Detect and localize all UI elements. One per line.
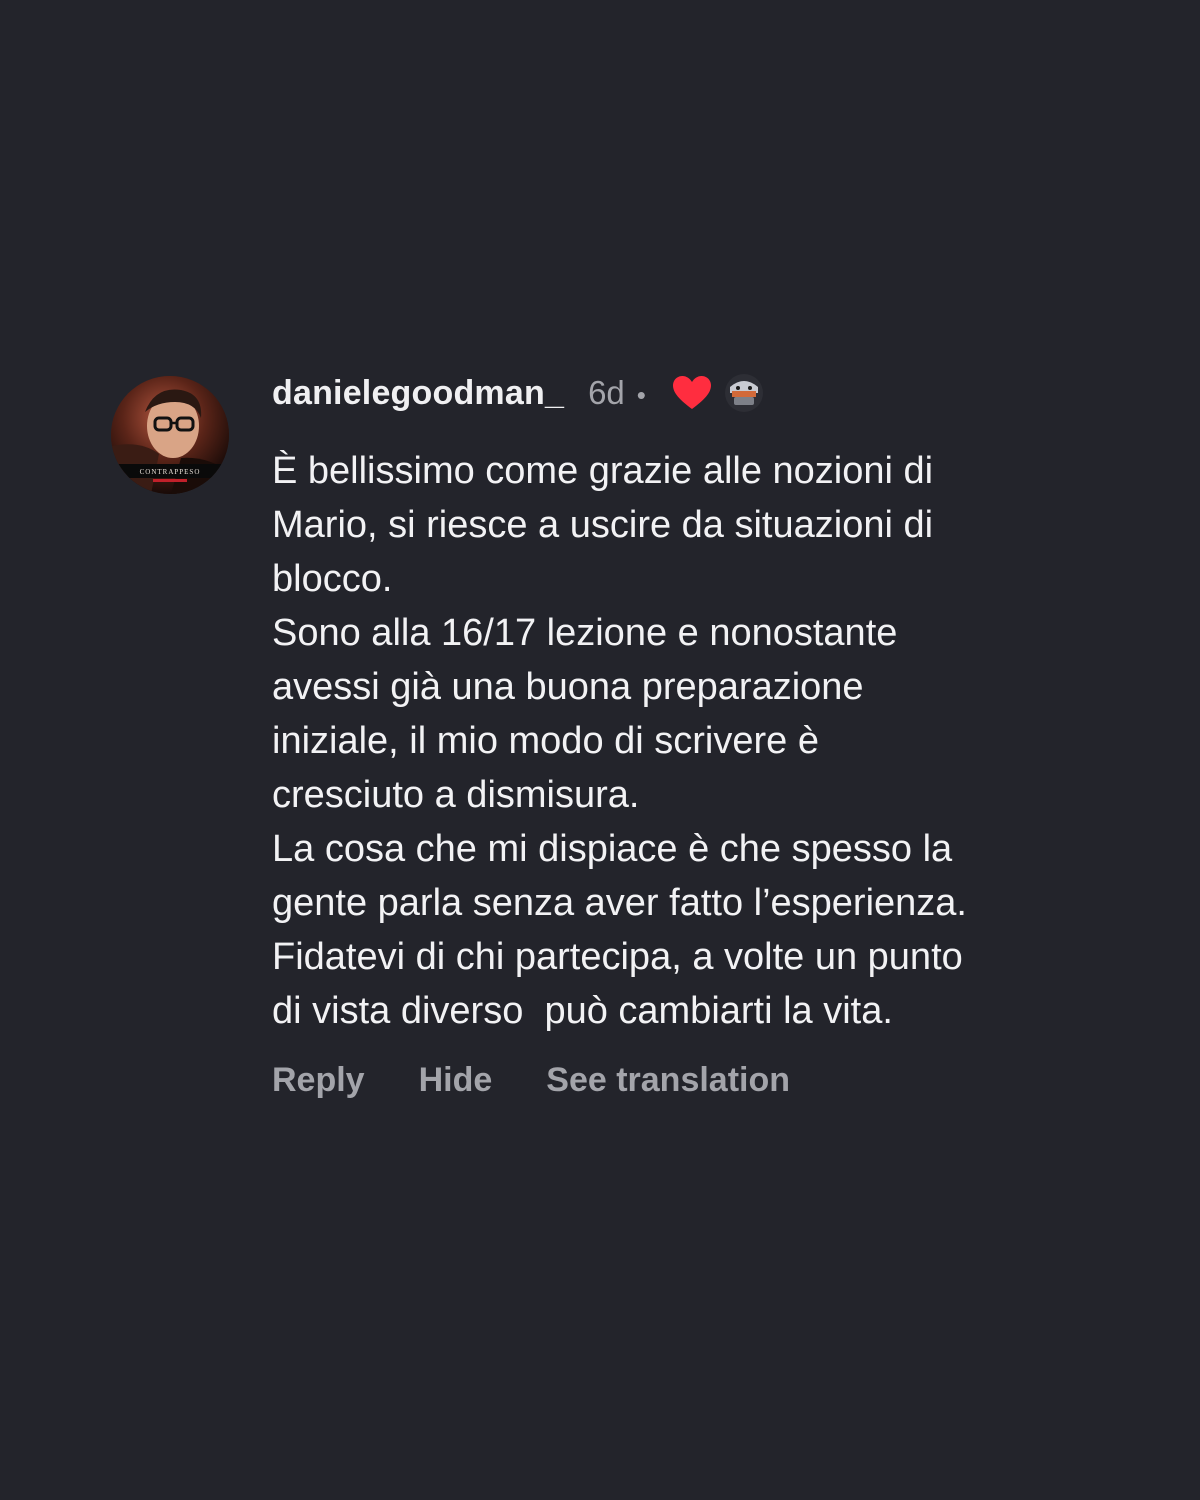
comment-line: di vista diverso può cambiarti la vita. <box>272 990 893 1032</box>
comment-text: È bellissimo come grazie alle nozioni di… <box>272 444 1172 1038</box>
comment-line: Mario, si riesce a uscire da situazioni … <box>272 504 934 546</box>
hide-button[interactable]: Hide <box>419 1061 493 1100</box>
comment: CONTRAPPESO danielegoodman_ 6d • È belli… <box>0 0 1200 1500</box>
comment-line: La cosa che mi dispiace è che spesso la <box>272 828 953 870</box>
comment-line: iniziale, il mio modo di scrivere è <box>272 720 819 762</box>
comment-line: Sono alla 16/17 lezione e nonostante <box>272 612 898 654</box>
comment-line: È bellissimo come grazie alle nozioni di <box>272 450 934 492</box>
heart-icon[interactable] <box>672 375 712 411</box>
comment-actions: Reply Hide See translation <box>272 1055 790 1105</box>
comment-line: blocco. <box>272 558 393 600</box>
author-avatar-icon <box>724 373 764 413</box>
comment-line: gente parla senza aver fatto l’esperienz… <box>272 882 967 924</box>
comment-header: danielegoodman_ 6d • <box>272 368 764 418</box>
separator-dot: • <box>636 379 646 410</box>
reply-button[interactable]: Reply <box>272 1061 365 1100</box>
comment-line: cresciuto a dismisura. <box>272 774 640 816</box>
username-link[interactable]: danielegoodman_ <box>272 374 564 413</box>
timestamp: 6d <box>588 374 625 411</box>
avatar-logo-text: CONTRAPPESO <box>140 468 201 476</box>
comment-line: Fidatevi di chi partecipa, a volte un pu… <box>272 936 963 978</box>
avatar-photo: CONTRAPPESO <box>111 376 229 494</box>
user-avatar-icon[interactable]: CONTRAPPESO <box>111 376 229 494</box>
see-translation-button[interactable]: See translation <box>546 1061 790 1100</box>
comment-line: avessi già una buona preparazione <box>272 666 864 708</box>
